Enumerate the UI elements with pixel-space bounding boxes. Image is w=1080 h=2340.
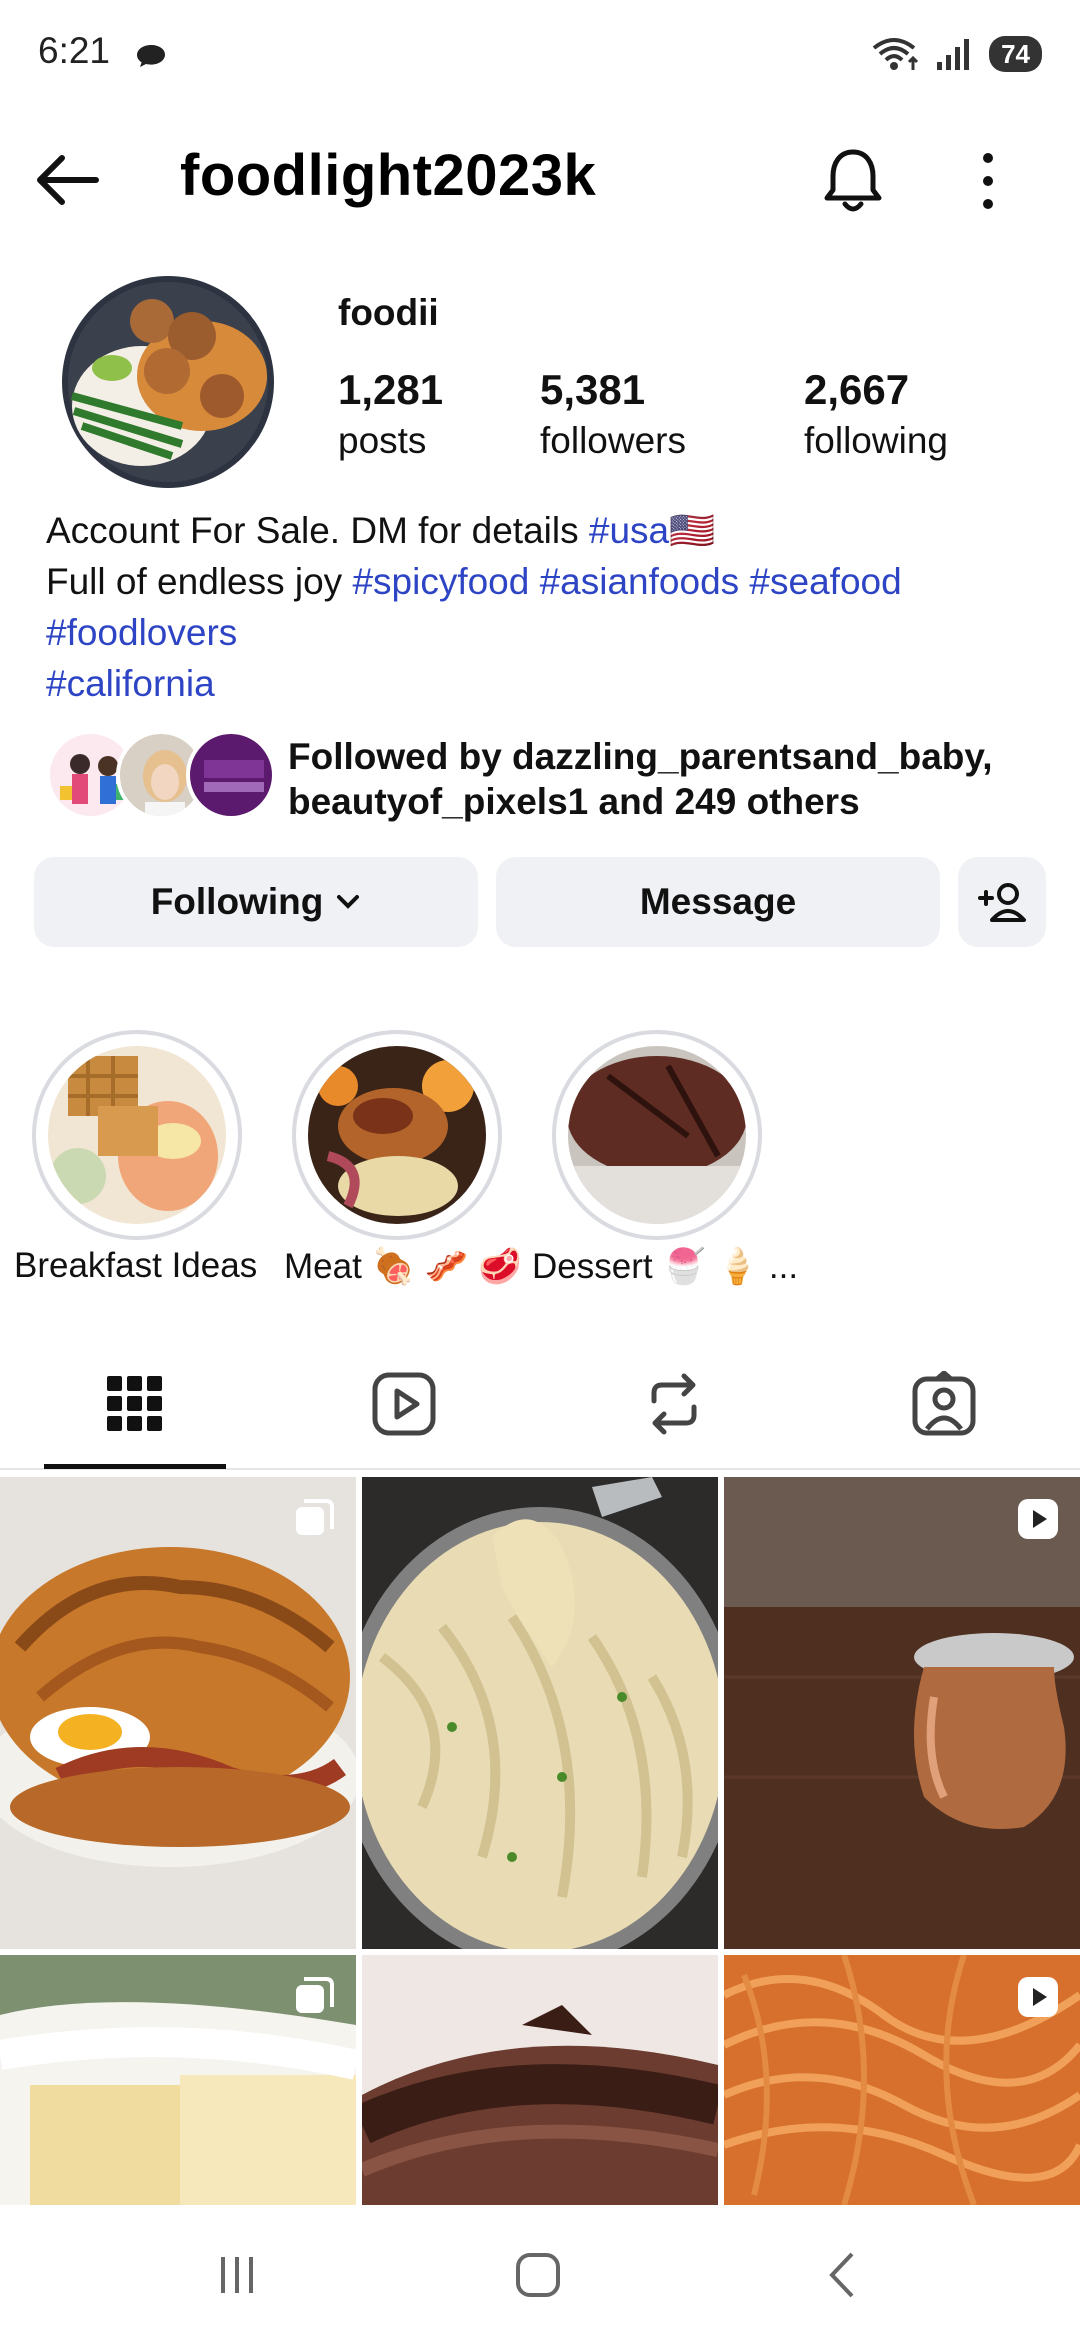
hashtag-link[interactable]: #california xyxy=(46,663,215,704)
tab-posts-grid[interactable] xyxy=(95,1364,175,1444)
tab-reels[interactable] xyxy=(364,1364,444,1444)
post-image-croissant-sandwich xyxy=(0,1477,356,1949)
status-bar: 6:21 74 xyxy=(0,0,1080,110)
posts-count: 1,281 xyxy=(338,366,444,413)
home-icon xyxy=(516,2253,560,2297)
carousel-icon xyxy=(296,1977,334,2013)
battery-indicator: 74 xyxy=(989,36,1042,72)
hashtag-links[interactable]: #spicyfood #asianfoods #seafood xyxy=(352,561,901,602)
system-navigation-bar xyxy=(0,2205,1080,2340)
message-button-label: Message xyxy=(639,881,797,922)
recent-apps-button[interactable] xyxy=(207,2245,267,2305)
page-title: foodlight2023k xyxy=(180,143,597,208)
bio-line: Full of endless joy #spicyfood #asianfoo… xyxy=(46,556,1046,607)
post-thumbnail[interactable] xyxy=(362,1477,718,1949)
followed-by-text: Followed by dazzling_parentsand_baby, be… xyxy=(288,734,1068,824)
highlight-cover-image xyxy=(48,1046,226,1224)
followed-by-row[interactable]: Followed by dazzling_parentsand_baby, be… xyxy=(46,730,1046,826)
post-image-fettuccine xyxy=(362,1477,718,1949)
following-label: following xyxy=(804,420,948,461)
bio-line: #foodlovers xyxy=(46,607,1046,658)
profile-bio: Account For Sale. DM for details #usa🇺🇸 … xyxy=(46,505,1046,709)
status-time: 6:21 xyxy=(38,30,111,71)
message-bubble-icon xyxy=(137,45,165,67)
signal-icon xyxy=(937,39,970,70)
hashtag-link[interactable]: #foodlovers xyxy=(46,612,237,653)
post-thumbnail[interactable] xyxy=(724,1955,1080,2205)
suggest-people-button[interactable] xyxy=(958,857,1046,947)
post-image-chocolate-cake xyxy=(362,1955,718,2205)
active-tab-indicator xyxy=(44,1464,226,1469)
bio-text: Full of endless joy xyxy=(46,561,353,602)
message-button[interactable]: Message xyxy=(496,857,940,947)
stat-following[interactable]: 2,667 following xyxy=(804,364,948,466)
chevron-down-icon xyxy=(337,895,360,909)
back-button[interactable] xyxy=(812,2245,872,2305)
posts-label: posts xyxy=(338,420,427,461)
display-name: foodii xyxy=(338,292,439,333)
post-thumbnail[interactable] xyxy=(362,1955,718,2205)
following-button[interactable]: Following xyxy=(34,857,478,947)
post-image-copper-pot xyxy=(724,1477,1080,1949)
highlight-label: Meat 🍖 🥓 🥩 xyxy=(284,1247,522,1286)
post-thumbnail[interactable] xyxy=(724,1477,1080,1949)
more-options-icon[interactable] xyxy=(966,148,1010,214)
followed-by-line: beautyof_pixels1 and 249 others xyxy=(288,781,860,822)
highlight-cover-image xyxy=(568,1046,746,1224)
wifi-icon xyxy=(872,38,919,70)
tab-tagged[interactable] xyxy=(904,1364,984,1444)
profile-header: foodlight2023k xyxy=(0,120,1080,240)
tagged-icon xyxy=(912,1371,976,1436)
highlight-ring xyxy=(32,1030,242,1240)
home-button[interactable] xyxy=(508,2245,568,2305)
back-chevron-icon xyxy=(829,2252,854,2298)
grid-icon xyxy=(107,1376,162,1431)
stat-posts[interactable]: 1,281 posts xyxy=(338,364,443,466)
tab-reposts[interactable] xyxy=(634,1364,714,1444)
followers-count: 5,381 xyxy=(540,366,646,413)
followers-label: followers xyxy=(540,420,686,461)
following-button-label: Following xyxy=(150,881,324,922)
reposts-icon xyxy=(651,1373,697,1435)
highlight-label: Breakfast Ideas xyxy=(14,1246,258,1285)
add-person-icon xyxy=(978,883,1026,922)
bio-line: #california xyxy=(46,658,1046,709)
stat-followers[interactable]: 5,381 followers xyxy=(540,364,686,466)
reels-icon xyxy=(372,1372,436,1436)
notification-bell-icon[interactable] xyxy=(820,146,886,216)
status-icons: 74 xyxy=(871,36,1042,72)
reel-play-icon xyxy=(1018,1499,1058,1539)
recent-apps-icon xyxy=(221,2257,253,2293)
post-thumbnail[interactable] xyxy=(0,1477,356,1949)
following-count: 2,667 xyxy=(804,366,910,413)
reel-play-icon xyxy=(1018,1977,1058,2017)
content-tabs xyxy=(0,1340,1080,1470)
highlight-ring xyxy=(552,1030,762,1240)
profile-actions: Following Message xyxy=(0,857,1080,947)
highlight-label: Dessert 🍧 🍦 ... xyxy=(532,1247,799,1286)
mutual-avatar xyxy=(186,730,276,820)
post-thumbnail[interactable] xyxy=(0,1955,356,2205)
bio-line: Account For Sale. DM for details #usa🇺🇸 xyxy=(46,505,1046,556)
avatar-food-image xyxy=(62,276,274,488)
highlight-cover-image xyxy=(308,1046,486,1224)
followed-by-line: Followed by dazzling_parentsand_baby, xyxy=(288,736,993,777)
bio-text: Account For Sale. DM for details xyxy=(46,510,589,551)
profile-avatar[interactable] xyxy=(62,276,274,488)
hashtag-link[interactable]: #usa🇺🇸 xyxy=(589,510,715,551)
carousel-icon xyxy=(296,1499,334,1535)
back-arrow-icon[interactable] xyxy=(34,150,100,210)
highlight-ring xyxy=(292,1030,502,1240)
